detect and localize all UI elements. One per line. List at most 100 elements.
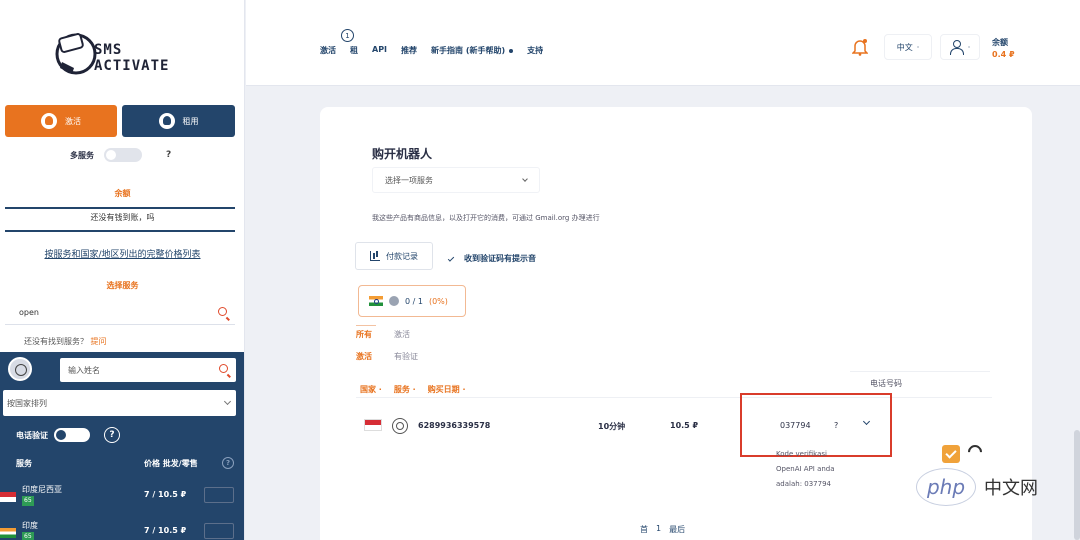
rent-tab-button[interactable]: 租用	[122, 105, 235, 137]
country-name: 印度	[22, 521, 38, 530]
sidebar: SMS ACTIVATE 激活 租用 多服务 ? 余额 还没有钱到账，吗 按服务…	[0, 0, 245, 540]
dropdown-dot-icon	[509, 48, 514, 53]
nav-api[interactable]: API	[372, 45, 387, 56]
chip-percent: (0%)	[428, 296, 448, 306]
user-icon	[949, 40, 964, 55]
sms-sound-option[interactable]: 收到验证码有提示音	[447, 253, 536, 264]
multi-service-toggle[interactable]	[104, 148, 142, 162]
cart-button[interactable]	[204, 487, 234, 503]
count-badge: 65	[22, 532, 34, 540]
service-price: 7 / 10.5 ₽	[144, 526, 187, 535]
col-price: 价格 批发/零售	[144, 459, 198, 468]
help-icon[interactable]: ?	[222, 457, 234, 469]
indonesia-flag-icon	[0, 492, 16, 502]
time-left: 10分钟	[598, 422, 626, 431]
balance-label: 余额	[114, 189, 131, 198]
pager-first[interactable]: 首	[640, 524, 648, 535]
sms-sound-label: 收到验证码有提示音	[464, 254, 536, 263]
filter-verified[interactable]: 有验证	[394, 351, 418, 362]
service-select[interactable]: 选择一项服务	[372, 167, 540, 193]
user-menu-button[interactable]: ·	[940, 34, 980, 60]
col-date[interactable]: 购买日期 ·	[428, 384, 466, 395]
country-search-input[interactable]: 输入姓名	[60, 358, 236, 382]
nav-activate[interactable]: 激活	[320, 45, 336, 56]
rent-tab-label: 租用	[182, 116, 199, 126]
header-balance[interactable]: 余额 0.4 ₽	[992, 37, 1015, 61]
tab-indicator	[356, 325, 376, 326]
nav-rent[interactable]: 租	[350, 45, 358, 56]
service-row[interactable]: 印度 65 7 / 10.5 ₽	[0, 520, 244, 540]
refresh-icon[interactable]	[965, 442, 985, 462]
search-icon[interactable]	[218, 307, 227, 316]
india-flag-icon	[0, 528, 16, 538]
no-balance-text: 还没有钱到账，吗	[90, 213, 155, 222]
india-flag-icon	[369, 296, 383, 306]
filter-active[interactable]: 激活	[356, 351, 372, 362]
nav-guide[interactable]: 新手指南 (新手帮助)	[431, 45, 514, 56]
ask-link[interactable]: 提问	[91, 337, 107, 346]
logo[interactable]: SMS ACTIVATE	[52, 28, 192, 84]
activate-tab-button[interactable]: 激活	[5, 105, 117, 137]
logo-emblem-icon	[55, 33, 97, 75]
sort-icon: ·	[378, 385, 382, 394]
scrollbar[interactable]	[1074, 430, 1080, 540]
filter-activation[interactable]: 激活	[394, 329, 410, 340]
sort-icon: ·	[462, 385, 466, 394]
rent-icon	[158, 113, 175, 129]
col-service[interactable]: 服务 ·	[394, 384, 416, 395]
divider	[5, 207, 235, 209]
price-list-link[interactable]: 按服务和国家/地区列出的完整价格列表	[0, 247, 245, 260]
help-icon[interactable]: ?	[166, 150, 171, 160]
service-row[interactable]: 印度尼西亚 65 7 / 10.5 ₽	[0, 484, 244, 514]
activate-tab-label: 激活	[65, 116, 81, 126]
header-balance-amount: 0.4 ₽	[992, 50, 1015, 59]
phone-number[interactable]: 6289936339578	[418, 421, 490, 430]
search-icon[interactable]	[219, 364, 228, 373]
header-balance-label: 余额	[992, 38, 1008, 47]
col-service: 服务	[16, 459, 32, 468]
pager-last[interactable]: 最后	[669, 524, 685, 535]
country-sort-select[interactable]: 按国家排列	[3, 390, 236, 416]
nav-guide-label: 新手指南 (新手帮助)	[431, 46, 506, 55]
sms-message-line: adalah: 037794	[776, 480, 831, 488]
col-service-label: 服务	[393, 385, 410, 394]
filter-all[interactable]: 所有	[356, 329, 372, 340]
check-icon	[447, 255, 455, 262]
phone-verification-row: 电话验证 ?	[16, 427, 120, 443]
chevron-down-icon: ·	[916, 42, 920, 52]
bell-icon[interactable]	[852, 38, 868, 56]
logo-line-1: SMS	[94, 42, 123, 58]
not-found-text: 还没有找到服务？	[24, 337, 88, 346]
help-icon[interactable]: ?	[104, 427, 120, 443]
activate-icon	[41, 113, 57, 129]
country-name: 印度尼西亚	[22, 485, 62, 494]
service-panel: 输入姓名 按国家排列 电话验证 ? 服务 价格 批发/零售 ? 印度尼西亚 65…	[0, 352, 244, 540]
divider	[356, 397, 992, 398]
service-search-input[interactable]: open	[5, 301, 235, 325]
history-button[interactable]: 付款记录	[355, 242, 433, 270]
order-cost: 10.5 ₽	[670, 421, 699, 430]
status-dot-icon	[389, 296, 399, 306]
nav-support[interactable]: 支持	[527, 45, 543, 56]
sms-code[interactable]: 037794	[780, 421, 811, 430]
nav-referral[interactable]: 推荐	[401, 45, 417, 56]
col-country[interactable]: 国家 ·	[360, 384, 382, 395]
php-logo: php	[916, 468, 976, 506]
sms-message-line: Kode verifikasi	[776, 450, 827, 458]
country-chip[interactable]: 0 / 1 (0%)	[358, 285, 466, 317]
service-row-name: 印度尼西亚 65	[22, 485, 66, 506]
main-nav: 激活 租 API 推荐 新手指南 (新手帮助) 支持	[320, 45, 543, 56]
language-select[interactable]: 中文 ·	[884, 34, 932, 60]
complete-order-button[interactable]	[942, 445, 960, 463]
multi-service-label: 多服务	[70, 150, 94, 160]
service-price: 7 / 10.5 ₽	[144, 490, 187, 499]
service-search-value: open	[19, 308, 39, 317]
cart-button[interactable]	[204, 523, 234, 539]
chevron-down-icon: ·	[967, 42, 971, 52]
phone-verification-toggle[interactable]	[54, 428, 90, 442]
code-help-icon[interactable]: ?	[834, 421, 838, 430]
pager-page[interactable]: 1	[656, 524, 661, 535]
info-text: 我这些产品有商品信息，以及打开它的消费，可通过 Gmail.org 办理进行	[372, 214, 600, 222]
service-select-value: 选择一项服务	[385, 175, 433, 185]
country-sort-value: 按国家排列	[7, 398, 47, 408]
